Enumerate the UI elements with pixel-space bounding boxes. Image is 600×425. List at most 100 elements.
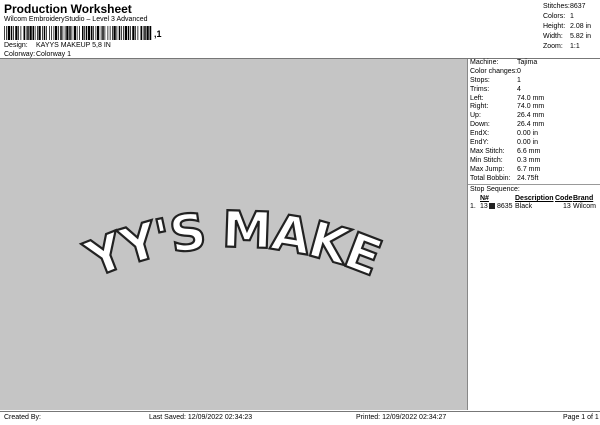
barcode-bar xyxy=(15,26,17,40)
barcode-bar xyxy=(8,26,10,40)
barcode-bar xyxy=(101,26,102,40)
barcode-bar xyxy=(58,26,59,40)
col-code: Code xyxy=(555,195,573,202)
color-swatch xyxy=(489,203,495,209)
stat-machine: Machine:Tajima xyxy=(469,59,600,68)
stat-stops: Stops:1 xyxy=(469,77,600,86)
svg-text:KAYY'S MAKEUP: KAYY'S MAKEUP xyxy=(0,59,387,289)
row-brand: Wilcom xyxy=(573,203,596,210)
barcode-bar xyxy=(86,26,88,40)
stat-right: Right:74.0 mm xyxy=(469,103,600,112)
barcode-bar xyxy=(35,26,36,40)
barcode-bar xyxy=(144,26,146,40)
barcode-bar xyxy=(13,26,14,40)
barcode-bar xyxy=(26,26,27,40)
stop-sequence-row: 1. 13 8635 Black 13 Wilcom xyxy=(470,203,600,212)
row-n: 8635 xyxy=(497,203,513,210)
footer-page: Page 1 of 1 xyxy=(563,414,599,421)
summary-colors: Colors:1 xyxy=(543,12,600,22)
summary-height: Height:2.08 in xyxy=(543,22,600,32)
barcode-bar xyxy=(65,26,66,40)
barcode-bar xyxy=(44,26,46,40)
barcode-bar xyxy=(66,26,68,40)
barcode-bar xyxy=(33,26,35,40)
row-index: 13 xyxy=(480,203,488,210)
barcode-bar xyxy=(42,26,43,40)
stop-sequence-header: N# Description Code Brand xyxy=(470,195,600,203)
footer-last-saved: Last Saved: 12/09/2022 02:34:23 xyxy=(149,414,252,421)
stat-left: Left:74.0 mm xyxy=(469,95,600,104)
barcode-bar xyxy=(123,26,124,40)
barcode-bar xyxy=(24,26,26,40)
summary-stitches: Stitches:8637 xyxy=(543,2,600,12)
barcode-suffix: ,1 xyxy=(154,29,162,39)
stat-max-jump: Max Jump:6.7 mm xyxy=(469,166,600,175)
design-lettering: KAYY'S MAKEUP xyxy=(0,59,387,289)
summary-width: Width:5.82 in xyxy=(543,32,600,42)
barcode-bar xyxy=(72,26,73,40)
barcode-bar xyxy=(39,26,41,40)
barcode-bar xyxy=(96,26,97,40)
barcode-bar xyxy=(18,26,19,40)
barcode-bar xyxy=(91,26,93,40)
barcode-bar xyxy=(69,26,71,40)
barcode-bar xyxy=(105,26,106,40)
footer-created-by: Created By: xyxy=(4,414,41,421)
barcode-bar xyxy=(128,26,130,40)
barcode-bar xyxy=(141,26,143,40)
barcode-bar xyxy=(143,26,144,40)
colorway-label: Colorway: xyxy=(4,51,35,58)
barcode-bar xyxy=(37,26,38,40)
barcode-bar xyxy=(51,26,52,40)
barcode-bar xyxy=(82,26,84,40)
barcode-bar xyxy=(27,26,29,40)
barcode-bar xyxy=(88,26,90,40)
stat-trims: Trims:4 xyxy=(469,86,600,95)
stats-panel: Machine:Tajima Color changes:0 Stops:1 T… xyxy=(469,59,600,183)
barcode-bar xyxy=(121,26,122,40)
footer: Created By: Last Saved: 12/09/2022 02:34… xyxy=(0,411,600,425)
barcode-bar xyxy=(4,26,5,40)
barcode-bar xyxy=(74,26,76,40)
barcode-bar xyxy=(77,26,78,40)
barcode-bar xyxy=(11,26,13,40)
barcode-bar xyxy=(46,26,47,40)
page-title: Production Worksheet xyxy=(4,2,132,16)
barcode-bar xyxy=(114,26,116,40)
barcode-bar xyxy=(138,26,139,40)
barcode-bar xyxy=(97,26,99,40)
barcode-bar xyxy=(21,26,22,40)
barcode-bar xyxy=(30,26,32,40)
barcode-bar xyxy=(135,26,136,40)
barcode-bar xyxy=(49,26,50,40)
stop-sequence-title: Stop Sequence: xyxy=(470,186,520,193)
barcode-bar xyxy=(130,26,131,40)
barcode-bar xyxy=(55,26,57,40)
software-name: Wilcom EmbroideryStudio – Level 3 Advanc… xyxy=(4,16,148,23)
barcode xyxy=(4,26,152,40)
barcode-bar xyxy=(119,26,121,40)
barcode-bar xyxy=(84,26,85,40)
row-stop: 1. xyxy=(470,203,476,210)
summary-box: Stitches:8637 Colors:1 Height:2.08 in Wi… xyxy=(543,2,600,52)
barcode-bar xyxy=(6,26,7,40)
row-code: 13 xyxy=(563,203,571,210)
barcode-bar xyxy=(54,26,55,40)
embroidery-design-art: KAYY'S MAKEUP xyxy=(0,59,467,410)
design-preview: KAYY'S MAKEUP xyxy=(0,59,468,410)
barcode-bar xyxy=(147,26,149,40)
stat-color-changes: Color changes:0 xyxy=(469,68,600,77)
colorway-value: Colorway 1 xyxy=(36,51,71,58)
stat-down: Down:26.4 mm xyxy=(469,121,600,130)
stat-endy: EndY:0.00 in xyxy=(469,139,600,148)
col-brand: Brand xyxy=(573,195,593,202)
stat-endx: EndX:0.00 in xyxy=(469,130,600,139)
design-label: Design: xyxy=(4,42,28,49)
stat-up: Up:26.4 mm xyxy=(469,112,600,121)
col-description: Description xyxy=(515,195,554,202)
design-value: KAYYS MAKEUP 5,8 IN xyxy=(36,42,111,49)
barcode-bar xyxy=(110,26,111,40)
footer-printed: Printed: 12/09/2022 02:34:27 xyxy=(356,414,446,421)
stats-divider xyxy=(468,184,600,185)
stat-total-bobbin: Total Bobbin:24.75ft xyxy=(469,175,600,184)
